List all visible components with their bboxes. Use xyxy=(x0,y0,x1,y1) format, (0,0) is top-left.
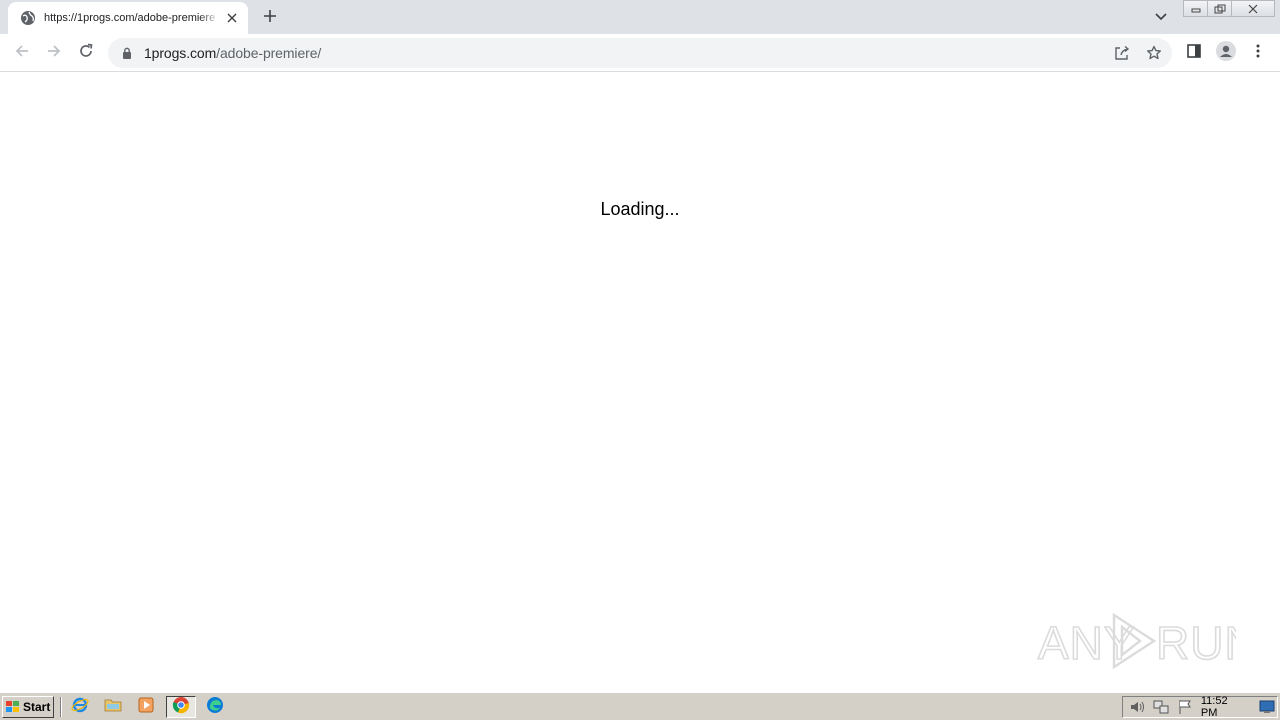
chrome-icon xyxy=(172,696,190,719)
tab-strip: https://1progs.com/adobe-premiere xyxy=(0,0,1280,34)
profile-button[interactable] xyxy=(1212,39,1240,67)
share-icon[interactable] xyxy=(1110,41,1134,65)
url-path: /adobe-premiere/ xyxy=(216,45,322,61)
media-player-launch-button[interactable] xyxy=(135,697,157,717)
plus-icon xyxy=(263,9,277,28)
tab-search-button[interactable] xyxy=(1150,6,1172,28)
star-icon[interactable] xyxy=(1142,41,1166,65)
ie-icon xyxy=(71,696,89,719)
forward-button[interactable] xyxy=(40,39,68,67)
minimize-button[interactable] xyxy=(1183,0,1208,17)
speaker-icon[interactable] xyxy=(1127,698,1147,716)
network-icon[interactable] xyxy=(1151,698,1171,716)
flag-icon[interactable] xyxy=(1175,698,1195,716)
close-icon[interactable] xyxy=(224,10,240,26)
restore-button[interactable] xyxy=(1207,0,1232,17)
anyrun-watermark: ANY RUN xyxy=(1036,609,1258,673)
browser-tab[interactable]: https://1progs.com/adobe-premiere xyxy=(8,2,248,34)
tab-title: https://1progs.com/adobe-premiere xyxy=(44,12,216,24)
folder-icon xyxy=(104,697,122,718)
forward-arrow-icon xyxy=(46,43,62,64)
back-button[interactable] xyxy=(8,39,36,67)
globe-icon xyxy=(20,10,36,26)
svg-text:RUN: RUN xyxy=(1156,617,1236,669)
new-tab-button[interactable] xyxy=(258,6,282,30)
window-controls xyxy=(1183,0,1275,18)
loading-text: Loading... xyxy=(600,199,680,219)
windows-taskbar: Start 11:52 PM xyxy=(0,692,1280,720)
url-domain: 1progs.com xyxy=(144,45,217,61)
chevron-down-icon xyxy=(1155,8,1167,26)
lock-icon[interactable] xyxy=(120,46,134,60)
profile-icon xyxy=(1216,40,1236,66)
side-panel-button[interactable] xyxy=(1180,39,1208,67)
system-tray: 11:52 PM xyxy=(1122,695,1278,719)
side-panel-icon xyxy=(1187,43,1201,63)
browser-toolbar: 1progs.com/adobe-premiere/ xyxy=(0,34,1280,72)
media-player-icon xyxy=(137,696,155,719)
menu-button[interactable] xyxy=(1244,39,1272,67)
edge-icon xyxy=(206,696,224,719)
chrome-taskbar-button[interactable] xyxy=(166,696,196,718)
taskbar-separator xyxy=(60,697,62,717)
start-button[interactable]: Start xyxy=(2,696,54,718)
reload-icon xyxy=(78,43,94,64)
windows-logo-icon xyxy=(6,701,19,712)
edge-launch-button[interactable] xyxy=(204,696,226,719)
reload-button[interactable] xyxy=(72,39,100,67)
address-url: 1progs.com/adobe-premiere/ xyxy=(144,45,321,61)
ie-launch-button[interactable] xyxy=(69,697,91,717)
taskbar-clock: 11:52 PM xyxy=(1200,695,1228,719)
page-content: Loading... ANY RUN xyxy=(0,72,1280,692)
window-close-button[interactable] xyxy=(1231,0,1275,17)
back-arrow-icon xyxy=(14,43,30,64)
explorer-launch-button[interactable] xyxy=(102,697,124,717)
address-bar[interactable]: 1progs.com/adobe-premiere/ xyxy=(108,38,1172,68)
desktop-icon[interactable] xyxy=(1257,698,1277,716)
kebab-menu-icon xyxy=(1256,44,1260,63)
watermark-logo: ANY RUN xyxy=(1037,612,1258,670)
start-label: Start xyxy=(23,700,51,714)
